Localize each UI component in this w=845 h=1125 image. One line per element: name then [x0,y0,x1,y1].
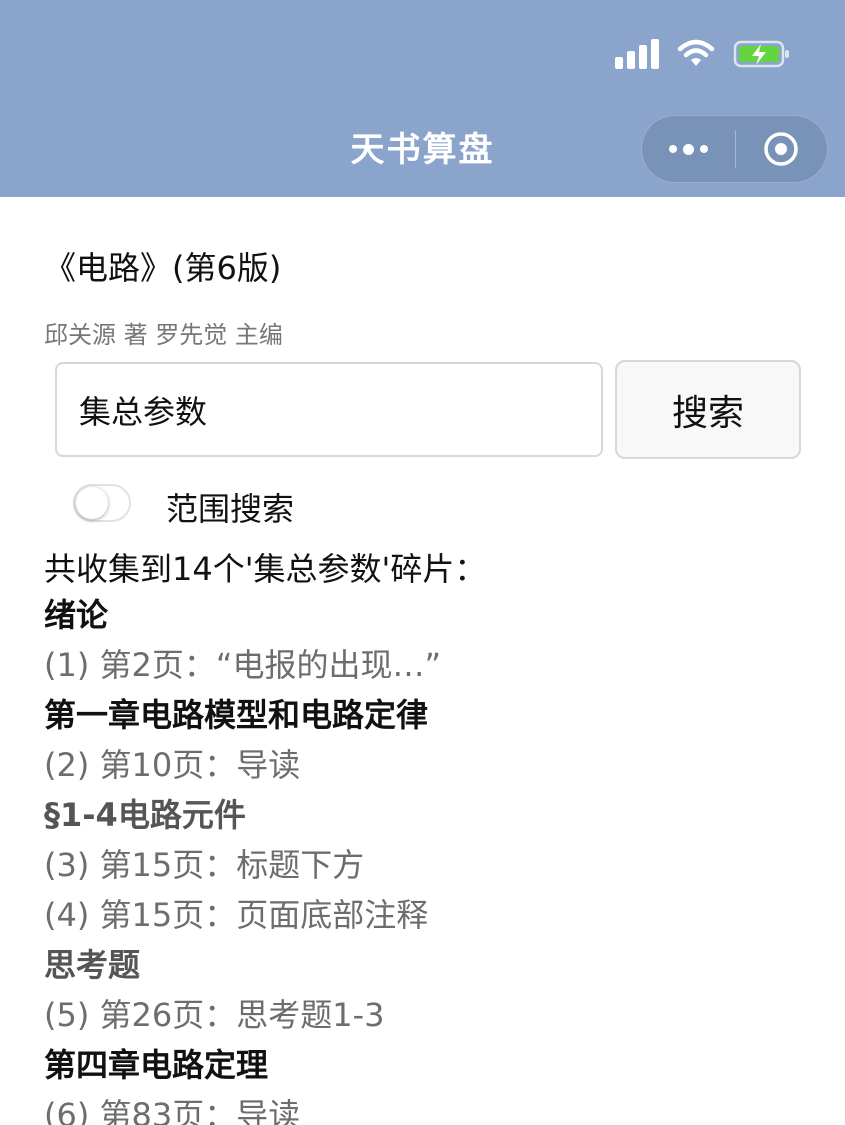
wifi-icon [677,39,715,69]
search-button[interactable]: 搜索 [615,360,801,459]
header-bar: 天书算盘 [0,0,845,197]
result-row: 绪论 [44,596,109,634]
app-screen: 天书算盘 《电路》(第6版) 邱关源 著 罗先觉 主编 搜索 范围搜索 共收集到… [0,0,845,1125]
status-bar [615,34,791,74]
cellular-signal-icon [615,39,659,69]
result-row: 思考题 [44,946,141,984]
result-row[interactable]: (3) 第15页：标题下方 [44,840,824,890]
result-row[interactable]: (2) 第10页：导读 [44,740,824,790]
close-miniprogram-icon[interactable] [736,115,828,183]
result-row: §1-4电路元件 [44,796,246,834]
book-title: 《电路》(第6版) [44,249,282,287]
results-list: 绪论 (1) 第2页：“电报的出现…” 第一章电路模型和电路定律 (2) 第10… [44,590,824,1125]
book-authors: 邱关源 著 罗先觉 主编 [44,321,283,349]
result-row: 第四章电路定理 [44,1046,269,1084]
result-row[interactable]: (6) 第83页：导读 [44,1090,824,1125]
more-dots-icon[interactable] [642,115,735,183]
battery-charging-icon [733,39,791,69]
result-row[interactable]: (5) 第26页：思考题1-3 [44,990,824,1040]
toggle-knob [76,487,108,519]
result-row[interactable]: (1) 第2页：“电报的出现…” [44,640,824,690]
range-search-toggle[interactable] [73,484,131,522]
result-row: 第一章电路模型和电路定律 [44,696,429,734]
search-input[interactable] [55,362,603,457]
miniprogram-capsule [641,115,828,183]
results-summary: 共收集到14个'集总参数'碎片： [44,550,487,588]
range-search-label: 范围搜索 [166,490,295,528]
result-row[interactable]: (4) 第15页：页面底部注释 [44,890,824,940]
